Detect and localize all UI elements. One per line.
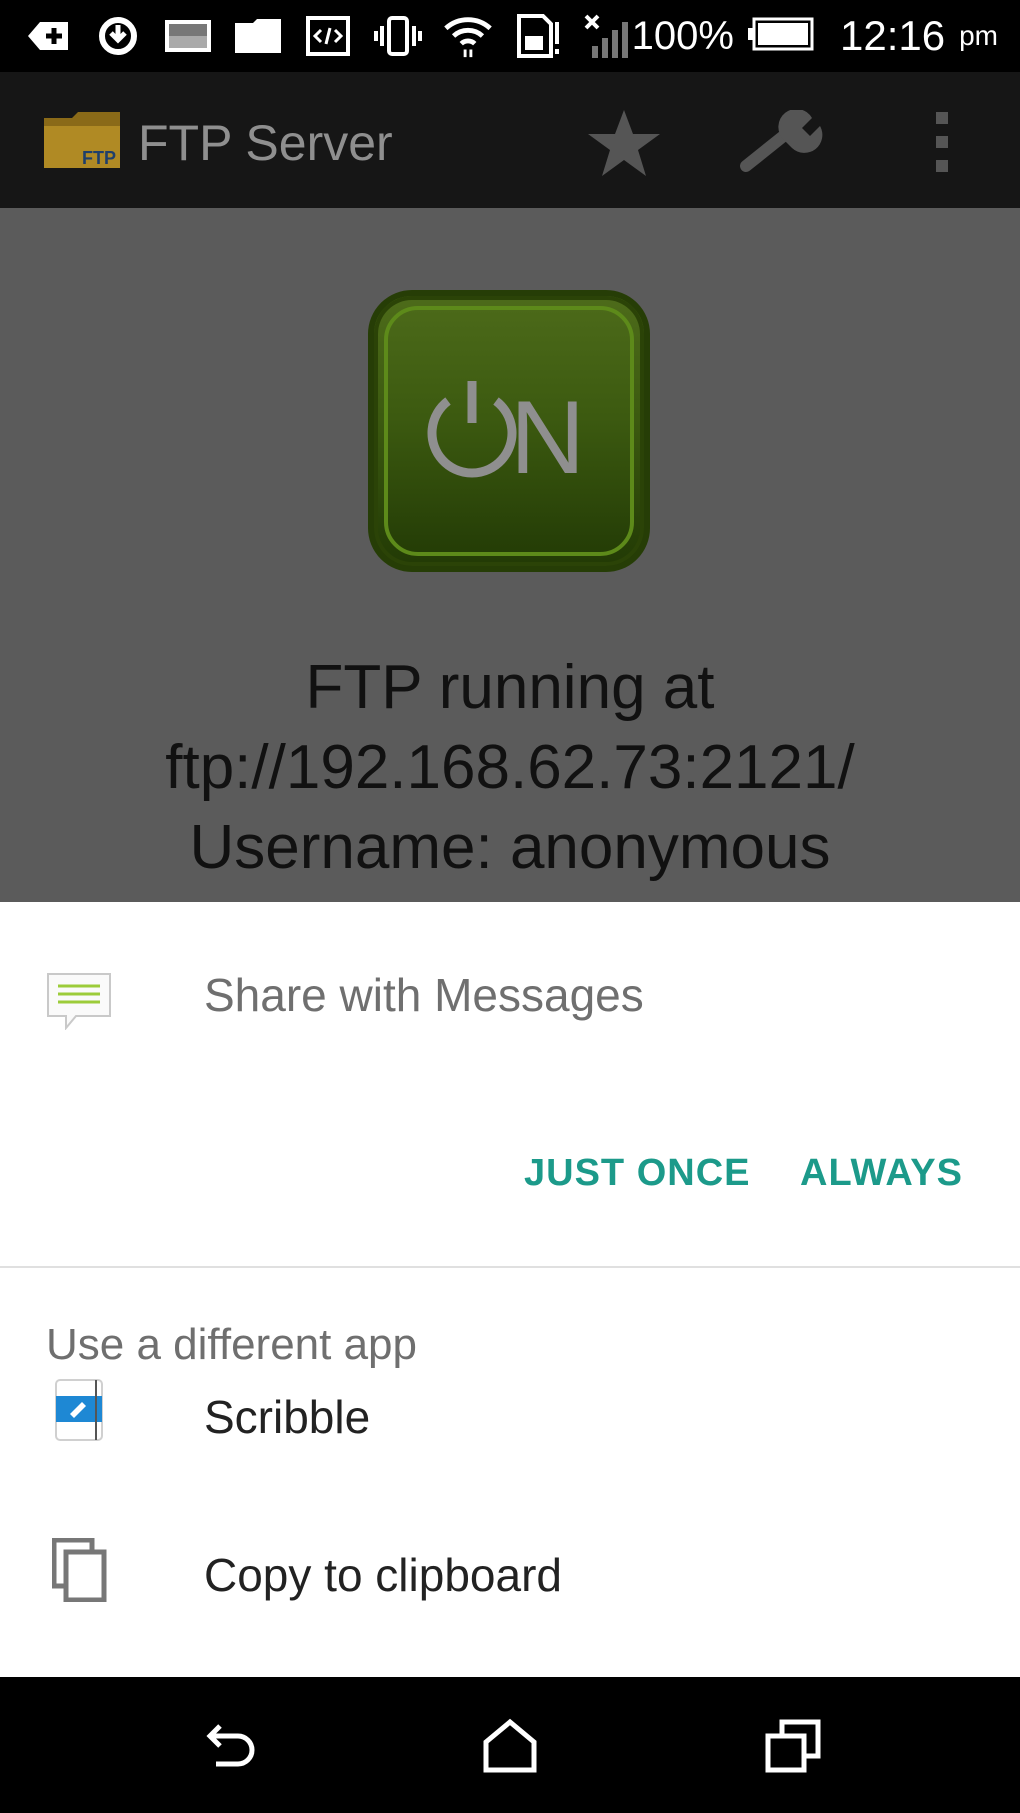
status-line-2: ftp://192.168.62.73:2121/ — [165, 733, 855, 802]
navigation-bar — [0, 1677, 1020, 1813]
divider — [0, 1266, 1020, 1268]
power-button-text: N — [510, 380, 585, 491]
main-content-scrim: N FTP running at ftp://192.168.62.73:212… — [0, 208, 1020, 902]
scribble-icon — [52, 1378, 108, 1442]
folder-icon — [232, 14, 284, 58]
battery-icon — [747, 17, 814, 56]
server-status-text: FTP running at ftp://192.168.62.73:2121/… — [0, 648, 1020, 888]
star-button[interactable] — [582, 100, 666, 184]
ftp-badge-text: FTP — [82, 148, 116, 168]
sync-icon — [92, 14, 144, 58]
app-bar: FTP FTP Server — [0, 72, 1020, 208]
download-icon — [22, 14, 74, 58]
app-label-scribble: Scribble — [204, 1391, 371, 1443]
app-row-scribble[interactable]: Scribble — [0, 1350, 1020, 1470]
app-title: FTP Server — [138, 115, 393, 171]
status-bar: 100% 12:16 pm — [0, 0, 1020, 72]
ftp-folder-icon: FTP — [42, 108, 122, 172]
back-icon — [206, 1724, 255, 1767]
messages-icon — [46, 972, 112, 1031]
share-default-app-row[interactable]: Share with Messages — [0, 902, 1020, 1092]
settings-button[interactable] — [740, 100, 824, 184]
no-signal-icon — [582, 14, 634, 58]
recents-icon — [765, 1719, 821, 1773]
always-button[interactable]: ALWAYS — [800, 1152, 963, 1195]
app-row-copy-to-clipboard[interactable]: Copy to clipboard — [0, 1504, 1020, 1624]
status-line-3: Username: anonymous — [189, 813, 831, 882]
home-icon — [483, 1718, 537, 1773]
overflow-menu-button[interactable] — [900, 100, 984, 184]
app-label-copy-to-clipboard: Copy to clipboard — [204, 1549, 562, 1601]
sd-card-icon — [512, 14, 564, 58]
image-icon — [162, 14, 214, 58]
recents-button[interactable] — [756, 1711, 832, 1781]
vibrate-icon — [372, 14, 424, 58]
power-toggle-button[interactable]: N — [368, 290, 650, 572]
star-icon — [588, 110, 660, 176]
share-with-label: Share with Messages — [204, 969, 644, 1021]
wifi-icon — [442, 14, 494, 58]
wrench-icon — [740, 110, 823, 172]
just-once-button[interactable]: JUST ONCE — [524, 1152, 750, 1195]
overflow-menu-icon — [936, 112, 948, 172]
clock-time: 12:16 — [839, 12, 946, 59]
clock-ampm: pm — [959, 20, 998, 51]
back-button[interactable] — [190, 1711, 266, 1781]
home-button[interactable] — [472, 1711, 548, 1781]
battery-percent: 100% — [631, 13, 734, 58]
status-line-1: FTP running at — [305, 653, 715, 722]
code-icon — [302, 14, 354, 58]
notification-icons — [22, 10, 634, 62]
clipboard-icon — [51, 1537, 108, 1603]
power-button-label: N — [374, 296, 644, 566]
share-bottom-sheet: Share with Messages JUST ONCE ALWAYS Use… — [0, 902, 1020, 1677]
